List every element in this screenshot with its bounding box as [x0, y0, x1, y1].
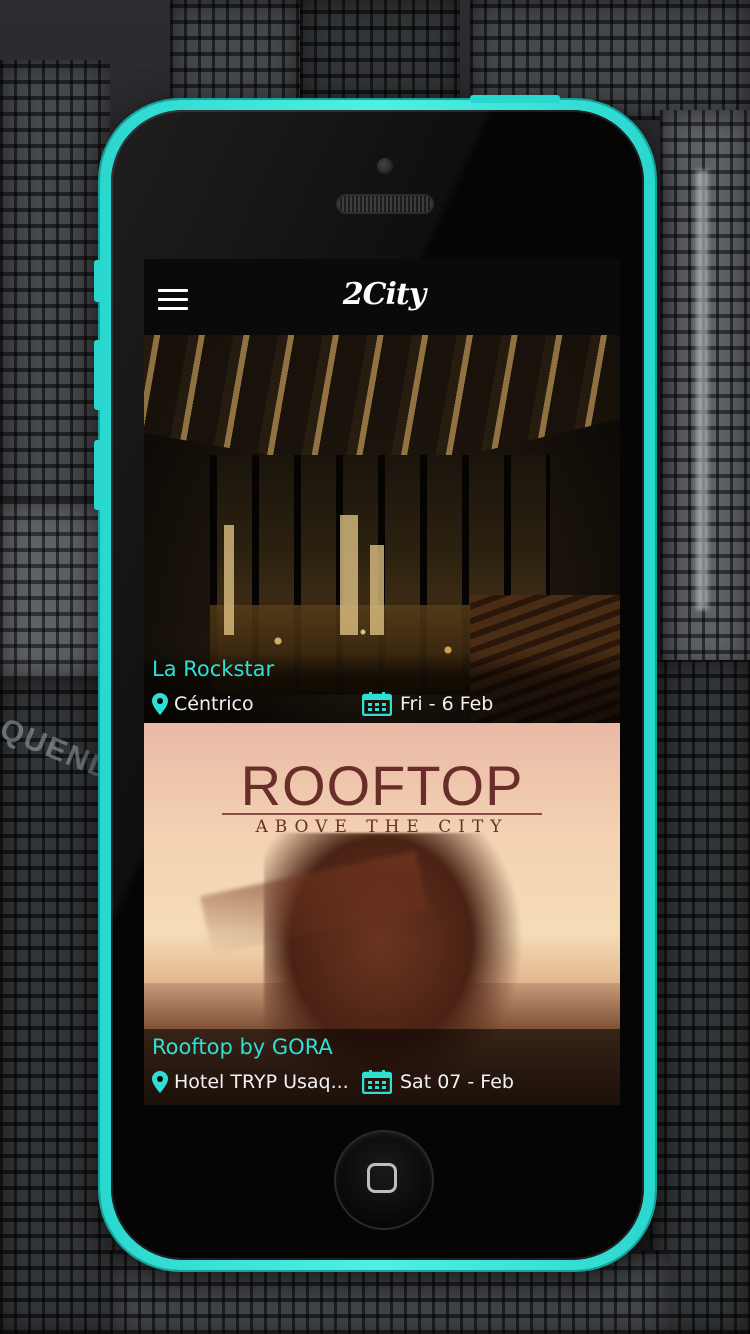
tower-light	[696, 170, 708, 610]
event-info: Rooftop by GORA Hotel TRYP Usaq... Sat 0…	[144, 1029, 620, 1105]
volume-down-button	[94, 440, 102, 510]
event-date: Fri - 6 Feb	[362, 691, 493, 717]
event-photo	[370, 545, 384, 635]
event-photo	[144, 335, 620, 475]
poster-title: ROOFTOP	[240, 754, 524, 817]
power-button	[470, 95, 560, 103]
event-location: Hotel TRYP Usaq...	[152, 1069, 362, 1095]
building	[300, 0, 460, 110]
map-pin-icon	[152, 1071, 168, 1093]
event-location-text: Hotel TRYP Usaq...	[174, 1071, 349, 1093]
event-card[interactable]: La Rockstar Céntrico Fri - 6 Feb	[144, 335, 620, 723]
nav-bar: 2City	[144, 259, 620, 335]
event-photo	[224, 525, 234, 635]
mute-switch	[94, 260, 102, 302]
calendar-icon	[362, 692, 392, 716]
event-photo	[340, 515, 358, 635]
hamburger-icon[interactable]	[158, 289, 188, 311]
event-date-text: Fri - 6 Feb	[400, 693, 494, 715]
event-date: Sat 07 - Feb	[362, 1069, 514, 1095]
building	[650, 660, 750, 1334]
earpiece-speaker	[338, 196, 432, 212]
event-date-text: Sat 07 - Feb	[400, 1071, 514, 1093]
event-info: La Rockstar Céntrico Fri - 6 Feb	[144, 651, 620, 723]
calendar-icon	[362, 1070, 392, 1094]
event-card[interactable]: ROOFTOP ABOVE THE CITY Rooftop by GORA H…	[144, 723, 620, 1105]
poster-rule	[222, 813, 542, 815]
map-pin-icon	[152, 693, 168, 715]
front-camera-icon	[377, 158, 393, 174]
event-location: Céntrico	[152, 691, 362, 717]
volume-up-button	[94, 340, 102, 410]
poster-subtitle: ABOVE THE CITY	[255, 817, 509, 837]
event-name: Rooftop by GORA	[152, 1035, 333, 1059]
home-button[interactable]	[336, 1132, 432, 1228]
app-logo: 2City	[342, 277, 426, 312]
home-button-icon	[367, 1163, 397, 1193]
event-location-text: Céntrico	[174, 693, 254, 715]
app-screen: 2City La Rockstar Céntrico Fri - 6 Feb R…	[144, 259, 620, 1105]
event-name: La Rockstar	[152, 657, 275, 681]
